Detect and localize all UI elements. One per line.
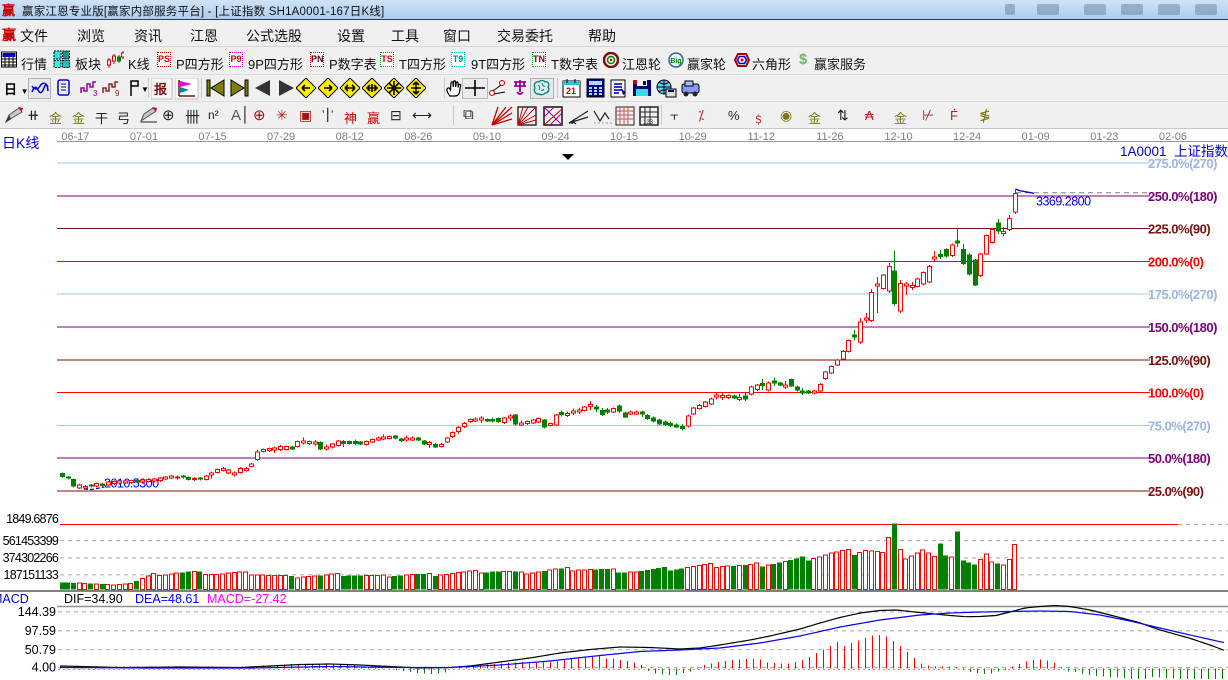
svg-text:赢: 赢 [2,3,15,18]
svg-text:50.79: 50.79 [25,643,56,657]
svg-text:75.0%(270): 75.0%(270) [1148,418,1210,433]
svg-text:187151133: 187151133 [4,568,59,582]
svg-text:150.0%(180): 150.0%(180) [1148,320,1217,335]
svg-text:225.0%(90): 225.0%(90) [1148,222,1210,237]
svg-text:日K线: 日K线 [2,135,39,151]
svg-text:报: 报 [154,82,168,97]
svg-text:100.0%(0): 100.0%(0) [1148,386,1204,401]
svg-text:1849.6876: 1849.6876 [6,512,59,526]
svg-text:250.0%(180): 250.0%(180) [1148,189,1217,204]
svg-text:144.39: 144.39 [18,605,56,619]
svg-text:9: 9 [115,89,120,98]
svg-text:125.0%(90): 125.0%(90) [1148,353,1210,368]
svg-text:200.0%(0): 200.0%(0) [1148,254,1204,269]
svg-text:123: 123 [643,120,654,126]
svg-text:25.0%(90): 25.0%(90) [1148,484,1204,499]
svg-text:DEA=48.61: DEA=48.61 [135,592,199,606]
svg-text:Big: Big [670,58,681,65]
svg-text:4.00: 4.00 [32,661,56,675]
svg-text:1A0001 上证指数: 1A0001 上证指数 [1120,144,1228,159]
svg-text:DIF=34.90: DIF=34.90 [64,592,123,606]
svg-text:561453399: 561453399 [3,534,59,548]
svg-text:21: 21 [566,86,576,96]
svg-text:MACD=-27.42: MACD=-27.42 [207,592,287,606]
svg-text:50.0%(180): 50.0%(180) [1148,451,1210,466]
svg-text:MACD: MACD [0,592,29,606]
svg-text:3: 3 [93,89,98,98]
svg-text:374302266: 374302266 [3,551,59,565]
svg-text:175.0%(270): 175.0%(270) [1148,287,1217,302]
svg-text:3369.2800: 3369.2800 [1036,195,1091,209]
svg-text:97.59: 97.59 [25,624,56,638]
